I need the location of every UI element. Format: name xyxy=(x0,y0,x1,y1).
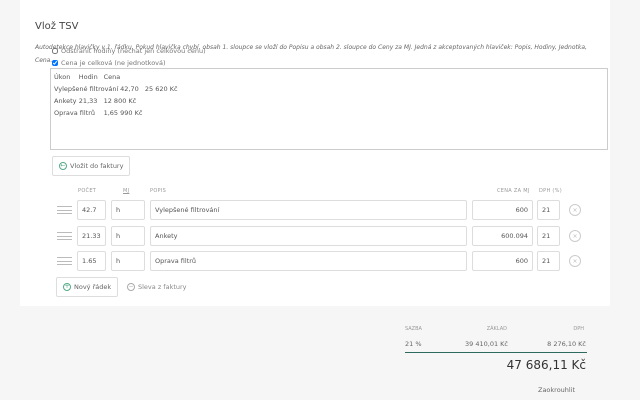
remove-row-icon[interactable]: × xyxy=(569,230,581,242)
col-count: POČET xyxy=(78,188,97,194)
vat-input[interactable]: 21 xyxy=(537,226,560,246)
tsv-textarea[interactable]: Úkon Hodin Cena Vylepšené filtrování 42,… xyxy=(50,68,608,150)
button-label: Sleva z faktury xyxy=(138,283,187,291)
col-unit: MJ xyxy=(123,188,130,194)
col-price: CENA ZA MJ xyxy=(497,188,530,194)
vat-input[interactable]: 21 xyxy=(537,251,560,271)
price-input[interactable]: 600.094 xyxy=(472,226,533,246)
section-title: Vlož TSV xyxy=(35,21,79,32)
unit-input[interactable]: h xyxy=(111,251,145,271)
th-vat: DPH xyxy=(573,326,584,332)
rate: 21 % xyxy=(405,340,422,348)
th-base: ZÁKLAD xyxy=(486,326,507,332)
checkbox-label: Odstranit hodiny (nechat jen celkovou ce… xyxy=(61,47,206,55)
count-input[interactable]: 42.7 xyxy=(77,200,106,220)
total-price-checkbox[interactable]: Cena je celková (ne jednotková) xyxy=(52,59,166,67)
insert-into-invoice-button[interactable]: ← Vložit do faktury xyxy=(52,156,131,176)
button-label: Vložit do faktury xyxy=(70,162,124,170)
description-input[interactable]: Ankety xyxy=(150,226,467,246)
count-input[interactable]: 1.65 xyxy=(77,251,106,271)
total: 47 686,11 Kč xyxy=(506,358,586,372)
price-input[interactable]: 600 xyxy=(472,251,533,271)
col-vat: DPH (%) xyxy=(539,188,562,194)
description-input[interactable]: Vylepšené filtrování xyxy=(150,200,467,220)
vat-input[interactable]: 21 xyxy=(537,200,560,220)
base: 39 410,01 Kč xyxy=(465,340,508,348)
plus-icon: + xyxy=(63,283,71,291)
round-button[interactable]: Zaokrouhlit xyxy=(538,386,575,394)
minus-icon: − xyxy=(127,283,135,291)
arrow-left-icon: ← xyxy=(59,162,67,170)
count-input[interactable]: 21.33 xyxy=(77,226,106,246)
drag-handle[interactable] xyxy=(57,232,72,240)
description-input[interactable]: Oprava filtrů xyxy=(150,251,467,271)
remove-row-icon[interactable]: × xyxy=(569,255,581,267)
price-input[interactable]: 600 xyxy=(472,200,533,220)
th-rate: SAZBA xyxy=(405,326,422,332)
button-label: Nový řádek xyxy=(74,283,112,291)
discount-button[interactable]: − Sleva z faktury xyxy=(120,277,194,297)
drag-handle[interactable] xyxy=(57,206,72,214)
new-row-button[interactable]: + Nový řádek xyxy=(56,277,119,297)
vat: 8 276,10 Kč xyxy=(547,340,586,348)
remove-row-icon[interactable]: × xyxy=(569,204,581,216)
checkbox-label: Cena je celková (ne jednotková) xyxy=(61,59,166,67)
drag-handle[interactable] xyxy=(57,257,72,265)
col-desc: POPIS xyxy=(150,188,167,194)
unit-input[interactable]: h xyxy=(111,226,145,246)
remove-hours-checkbox[interactable]: Odstranit hodiny (nechat jen celkovou ce… xyxy=(52,47,206,55)
divider xyxy=(405,352,587,353)
unit-input[interactable]: h xyxy=(111,200,145,220)
checkbox[interactable] xyxy=(52,48,58,54)
checkbox[interactable] xyxy=(52,60,58,66)
